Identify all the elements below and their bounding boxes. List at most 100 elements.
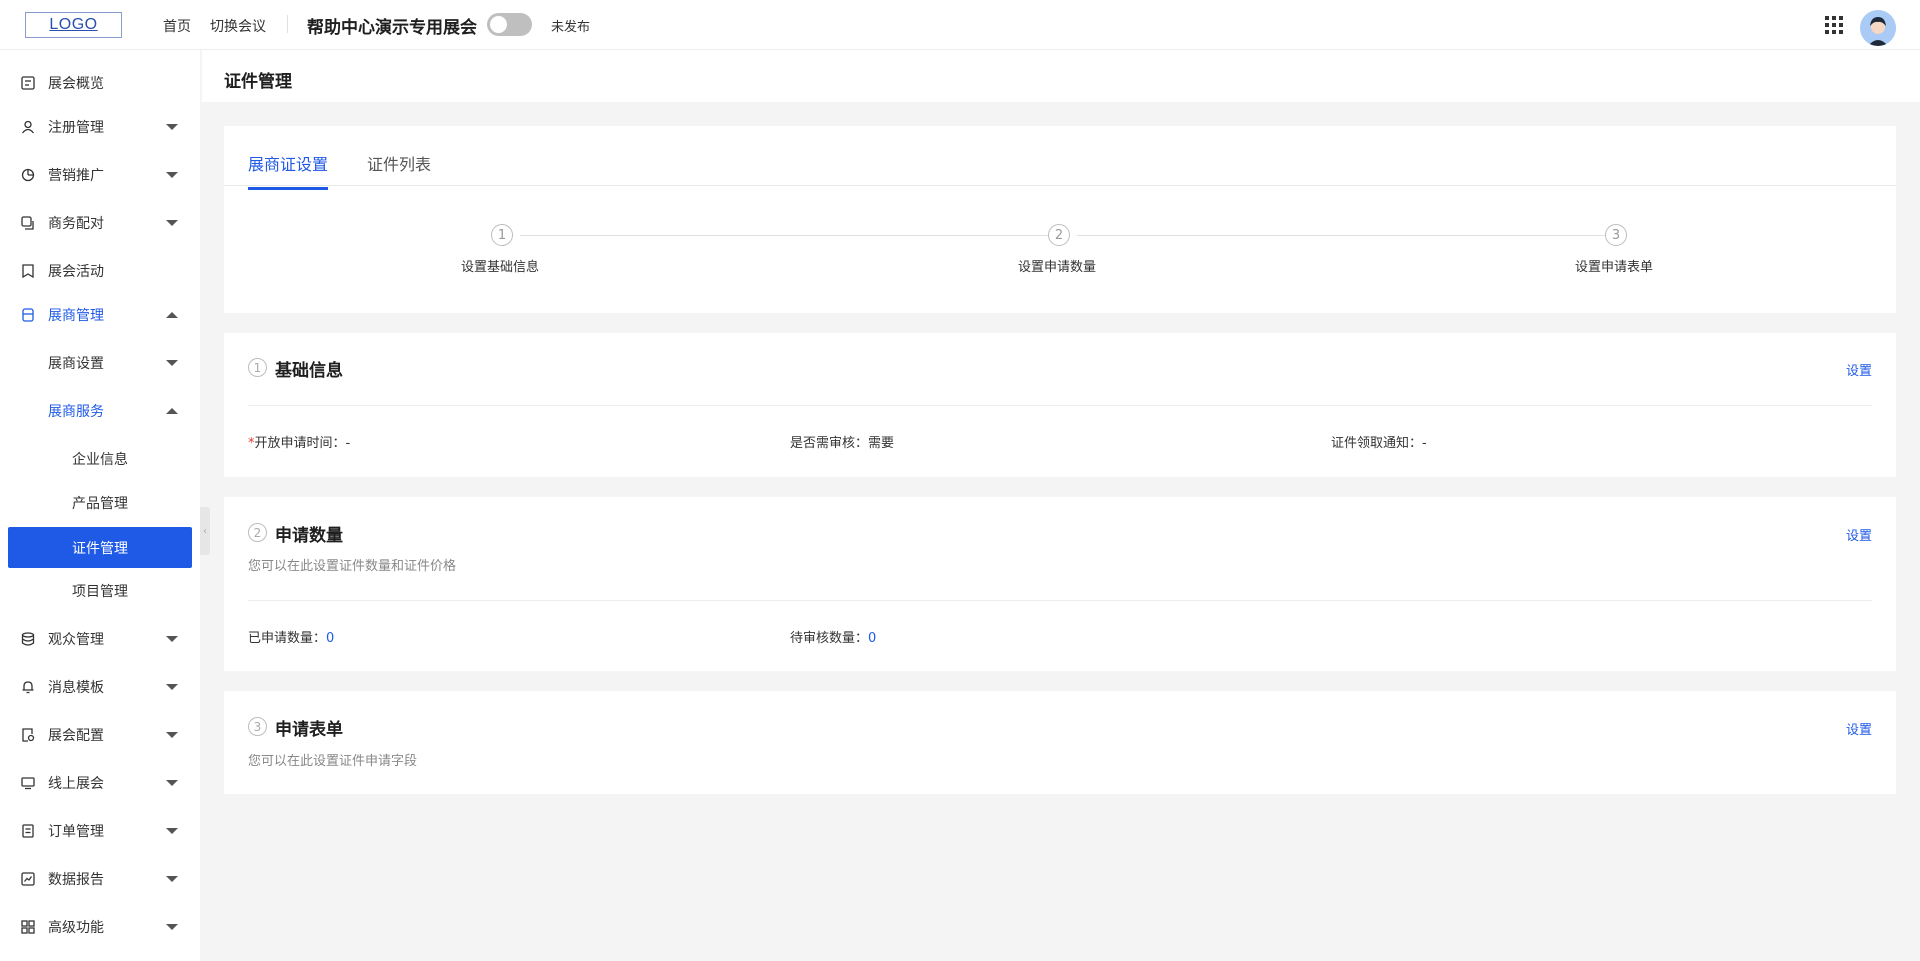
bell-icon xyxy=(20,679,36,695)
sidebar-item-label: 消息模板 xyxy=(48,680,104,696)
basic-info-settings-link[interactable]: 设置 xyxy=(1846,360,1872,379)
sidebar-item-exhibitor-services[interactable]: 展商服务 xyxy=(0,393,200,429)
step-3-circle: 3 xyxy=(1605,224,1627,246)
applied-count-field: 已申请数量：0 xyxy=(248,627,334,646)
chevron-down-icon xyxy=(166,684,178,690)
sidebar-item-label: 展商管理 xyxy=(48,308,104,324)
avatar-icon xyxy=(1860,10,1896,46)
settings-doc-icon xyxy=(20,727,36,743)
chevron-down-icon xyxy=(166,636,178,642)
store-icon xyxy=(20,307,36,323)
sidebar-item-label: 观众管理 xyxy=(48,632,104,648)
sidebar-item-marketing[interactable]: 营销推广 xyxy=(0,157,200,193)
step-1-label: 设置基础信息 xyxy=(461,260,540,275)
applied-count-label: 已申请数量： xyxy=(248,631,327,646)
chevron-down-icon xyxy=(166,360,178,366)
database-icon xyxy=(20,631,36,647)
sidebar-item-label: 营销推广 xyxy=(48,168,104,184)
sidebar-item-label: 订单管理 xyxy=(48,824,104,840)
sidebar-item-exhibitor-management[interactable]: 展商管理 xyxy=(0,297,200,333)
step-1-circle: 1 xyxy=(491,224,513,246)
sidebar-item-overview[interactable]: 展会概览 xyxy=(0,65,200,101)
tab-certificate-list[interactable]: 证件列表 xyxy=(367,151,431,187)
sidebar-item-message-templates[interactable]: 消息模板 xyxy=(0,669,200,705)
pie-chart-icon xyxy=(20,167,36,183)
chevron-down-icon xyxy=(166,780,178,786)
logo[interactable]: LOGO xyxy=(25,12,122,38)
sidebar-item-label: 企业信息 xyxy=(72,452,128,468)
nav-switch-meeting-link[interactable]: 切换会议 xyxy=(210,16,266,36)
review-value: 需要 xyxy=(868,436,895,451)
sidebar-item-label: 产品管理 xyxy=(72,496,128,512)
sidebar-item-certificate-management[interactable]: 证件管理 xyxy=(8,527,192,568)
quantity-settings-link[interactable]: 设置 xyxy=(1846,525,1872,544)
review-label: 是否需审核： xyxy=(790,436,869,451)
section-number: 2 xyxy=(248,523,267,542)
sidebar-item-label: 展商设置 xyxy=(48,356,104,372)
sidebar: 展会概览 注册管理 营销推广 商务配对 展会活动 展商管理 展商设置 展商服务 … xyxy=(0,50,200,961)
sidebar-item-label: 高级功能 xyxy=(48,920,104,936)
step-connector xyxy=(520,235,1054,236)
section-title: 申请表单 xyxy=(275,720,343,740)
step-2-label: 设置申请数量 xyxy=(1018,260,1097,275)
step-connector xyxy=(1077,235,1611,236)
sidebar-item-orders[interactable]: 订单管理 xyxy=(0,813,200,849)
toggle-knob xyxy=(490,16,507,33)
sidebar-item-audience[interactable]: 观众管理 xyxy=(0,621,200,657)
sidebar-item-registration[interactable]: 注册管理 xyxy=(0,109,200,145)
order-icon xyxy=(20,823,36,839)
sidebar-item-data-reports[interactable]: 数据报告 xyxy=(0,861,200,897)
avatar[interactable] xyxy=(1860,10,1896,46)
sidebar-collapse-handle[interactable]: ‹ xyxy=(200,507,210,555)
sidebar-item-project-management[interactable]: 项目管理 xyxy=(0,573,200,609)
chevron-down-icon xyxy=(166,220,178,226)
sidebar-item-event-config[interactable]: 展会配置 xyxy=(0,717,200,753)
sidebar-item-label: 注册管理 xyxy=(48,120,104,136)
chevron-down-icon xyxy=(166,876,178,882)
step-2-circle: 2 xyxy=(1048,224,1070,246)
chevron-up-icon xyxy=(166,408,178,414)
section-number: 1 xyxy=(248,358,267,377)
chevron-down-icon xyxy=(166,924,178,930)
sidebar-item-activities[interactable]: 展会活动 xyxy=(0,253,200,289)
tab-exhibitor-pass-settings[interactable]: 展商证设置 xyxy=(248,151,329,190)
pending-count-label: 待审核数量： xyxy=(790,631,869,646)
publish-toggle[interactable] xyxy=(487,13,532,36)
copy-icon xyxy=(20,215,36,231)
sidebar-item-label: 展会概览 xyxy=(48,76,104,92)
page-title: 证件管理 xyxy=(224,72,292,92)
sidebar-item-company-info[interactable]: 企业信息 xyxy=(0,441,200,477)
sidebar-item-label: 展商服务 xyxy=(48,404,104,420)
sidebar-item-product-management[interactable]: 产品管理 xyxy=(0,485,200,521)
sidebar-item-business-matching[interactable]: 商务配对 xyxy=(0,205,200,241)
sidebar-item-label: 线上展会 xyxy=(48,776,104,792)
pending-count-value[interactable]: 0 xyxy=(868,631,876,646)
section-number: 3 xyxy=(248,717,267,736)
monitor-icon xyxy=(20,775,36,791)
tabs-steps-card: 展商证设置 证件列表 1 设置基础信息 2 设置申请数量 3 设置申请表单 xyxy=(224,126,1896,313)
notify-value: - xyxy=(1422,436,1427,451)
user-icon xyxy=(20,119,36,135)
chevron-down-icon xyxy=(166,124,178,130)
sidebar-item-exhibitor-settings[interactable]: 展商设置 xyxy=(0,345,200,381)
chevron-down-icon xyxy=(166,172,178,178)
sidebar-item-label: 项目管理 xyxy=(72,584,128,600)
sidebar-item-advanced[interactable]: 高级功能 xyxy=(0,909,200,945)
notify-field: 证件领取通知：- xyxy=(1331,432,1427,451)
section-title: 基础信息 xyxy=(275,361,343,381)
applied-count-value[interactable]: 0 xyxy=(326,631,334,646)
form-settings-link[interactable]: 设置 xyxy=(1846,719,1872,738)
pending-count-field: 待审核数量：0 xyxy=(790,627,876,646)
header-divider xyxy=(287,15,288,33)
apps-grid-icon[interactable] xyxy=(1825,16,1843,34)
sidebar-item-online-event[interactable]: 线上展会 xyxy=(0,765,200,801)
tab-bar: 展商证设置 证件列表 xyxy=(224,126,1896,190)
step-3-label: 设置申请表单 xyxy=(1575,260,1654,275)
nav-home-link[interactable]: 首页 xyxy=(163,16,191,36)
line-chart-icon xyxy=(20,871,36,887)
publish-status: 未发布 xyxy=(551,20,591,35)
bookmark-icon xyxy=(20,263,36,279)
sidebar-item-label: 数据报告 xyxy=(48,872,104,888)
chevron-down-icon xyxy=(166,828,178,834)
basic-info-card: 1 基础信息 设置 *开放申请时间：- 是否需审核：需要 证件领取通知：- xyxy=(224,333,1896,477)
